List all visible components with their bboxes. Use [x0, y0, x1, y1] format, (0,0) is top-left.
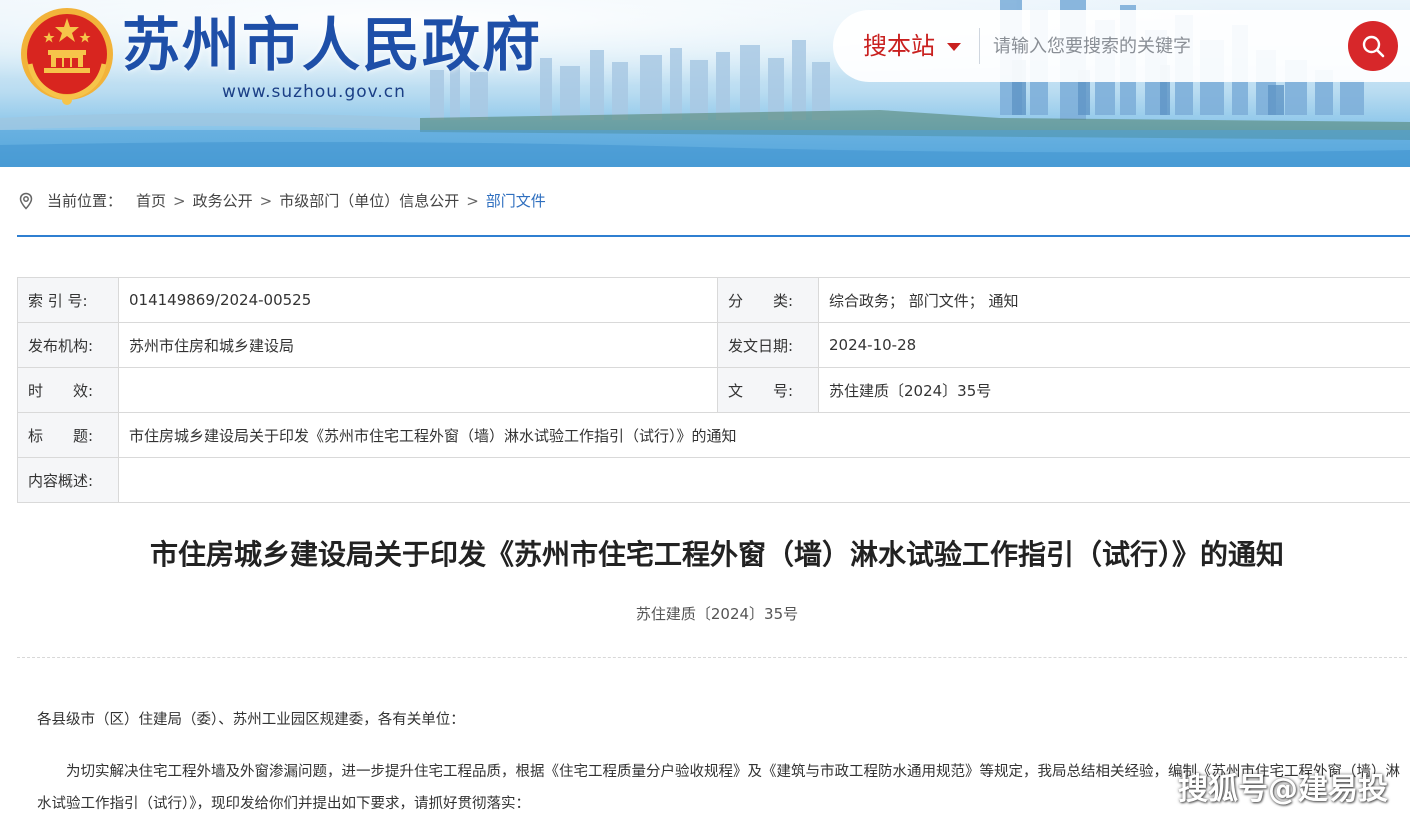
breadcrumb-dept-info[interactable]: 市级部门（单位）信息公开: [279, 188, 459, 214]
category-value: 综合政务； 部门文件； 通知: [818, 277, 1410, 323]
date-label: 发文日期:: [717, 322, 819, 368]
search-scope-dropdown[interactable]: 搜本站: [863, 28, 961, 64]
document-meta-table: 索 引 号: 014149869/2024-00525 分 类: 综合政务； 部…: [17, 277, 1410, 503]
national-emblem-icon: [21, 8, 113, 105]
table-row: 发布机构: 苏州市住房和城乡建设局 发文日期: 2024-10-28: [17, 322, 1410, 368]
table-row: 索 引 号: 014149869/2024-00525 分 类: 综合政务； 部…: [17, 277, 1410, 323]
site-title[interactable]: 苏州市人民政府: [122, 8, 542, 82]
title-label: 标 题:: [17, 412, 119, 458]
location-pin-icon: [19, 192, 33, 210]
publisher-label: 发布机构:: [17, 322, 119, 368]
breadcrumb-separator: >: [173, 192, 186, 210]
breadcrumb-prefix: 当前位置：: [47, 192, 123, 210]
validity-label: 时 效:: [17, 367, 119, 413]
title-value: 市住房城乡建设局关于印发《苏州市住宅工程外窗（墙）淋水试验工作指引（试行）》的通…: [118, 412, 1410, 458]
breadcrumb-separator: >: [466, 192, 479, 210]
site-url: www.suzhou.gov.cn: [222, 82, 406, 102]
date-value: 2024-10-28: [818, 322, 1410, 368]
header-banner: 苏州市人民政府 www.suzhou.gov.cn 搜本站: [0, 0, 1410, 167]
index-label: 索 引 号:: [17, 277, 119, 323]
search-box: 搜本站: [833, 10, 1410, 82]
index-value: 014149869/2024-00525: [118, 277, 718, 323]
search-icon: [1362, 35, 1385, 58]
publisher-value: 苏州市住房和城乡建设局: [118, 322, 718, 368]
table-row: 标 题: 市住房城乡建设局关于印发《苏州市住宅工程外窗（墙）淋水试验工作指引（试…: [17, 412, 1410, 458]
breadcrumb-dept-files[interactable]: 部门文件: [486, 188, 546, 214]
docno-label: 文 号:: [717, 367, 819, 413]
breadcrumb-gov-affairs[interactable]: 政务公开: [193, 188, 253, 214]
chevron-down-icon: [947, 43, 961, 51]
breadcrumb-divider: [17, 235, 1410, 237]
category-label: 分 类:: [717, 277, 819, 323]
summary-value: [118, 457, 1410, 503]
breadcrumb-separator: >: [259, 192, 273, 210]
search-divider: [979, 28, 980, 64]
validity-value: [118, 367, 718, 413]
article-divider: [17, 657, 1407, 658]
article-title: 市住房城乡建设局关于印发《苏州市住宅工程外窗（墙）淋水试验工作指引（试行）》的通…: [149, 538, 1284, 571]
article-doc-number: 苏住建质〔2024〕35号: [635, 605, 799, 623]
search-scope-label: 搜本站: [863, 32, 935, 60]
docno-value: 苏住建质〔2024〕35号: [818, 367, 1410, 413]
breadcrumb-home[interactable]: 首页: [136, 188, 166, 214]
watermark: 搜狐号@建易投: [1178, 772, 1388, 807]
table-row: 内容概述:: [17, 457, 1410, 503]
article-salutation: 各县级市（区）住建局（委）、苏州工业园区规建委，各有关单位：: [37, 712, 465, 728]
table-row: 时 效: 文 号: 苏住建质〔2024〕35号: [17, 367, 1410, 413]
breadcrumb: 当前位置： 首页 > 政务公开 > 市级部门（单位）信息公开 > 部门文件: [17, 188, 546, 214]
search-button[interactable]: [1348, 21, 1398, 71]
search-input[interactable]: [993, 28, 1333, 64]
summary-label: 内容概述:: [17, 457, 119, 503]
